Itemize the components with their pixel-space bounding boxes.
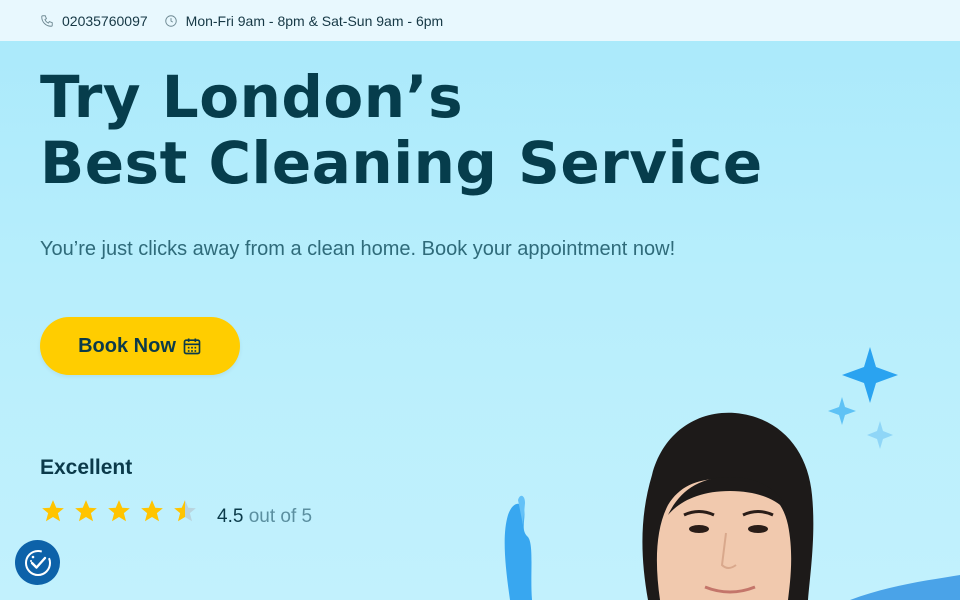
star-icon (42, 500, 64, 522)
phone-icon (41, 14, 53, 27)
calendar-icon (183, 338, 201, 355)
book-now-label: Book Now (78, 334, 176, 357)
star-icon (174, 500, 196, 522)
rating-score-suffix: out of 5 (248, 506, 313, 527)
clock-icon (164, 14, 177, 27)
star-icon (108, 500, 130, 522)
hero-subtitle: You’re just clicks away from a clean hom… (40, 238, 676, 260)
rating-label: Excellent (40, 456, 133, 479)
cookie-consent-icon (24, 549, 51, 576)
rating-score: 4.5 out of 5 (217, 506, 312, 528)
hero-title-line-2: Best Cleaning Service (40, 129, 763, 197)
top-bar: 02035760097 Mon-Fri 9am - 8pm & Sat-Sun … (0, 0, 960, 41)
opening-hours: Mon-Fri 9am - 8pm & Sat-Sun 9am - 6pm (164, 12, 444, 29)
hero-title-line-1: Try London’s (40, 63, 464, 131)
hours-text: Mon-Fri 9am - 8pm & Sat-Sun 9am - 6pm (185, 12, 444, 29)
rating-score-value: 4.5 (217, 506, 244, 527)
phone-contact[interactable]: 02035760097 (40, 13, 148, 29)
book-now-button[interactable]: Book Now (40, 317, 240, 375)
phone-number[interactable]: 02035760097 (62, 13, 148, 29)
cleaner-photo (504, 412, 960, 600)
cookie-consent-button[interactable] (15, 540, 60, 585)
star-icon (141, 500, 163, 522)
hero-title: Try London’s Best Cleaning Service (40, 64, 763, 196)
star-rating (40, 498, 205, 524)
star-icon (75, 500, 97, 522)
